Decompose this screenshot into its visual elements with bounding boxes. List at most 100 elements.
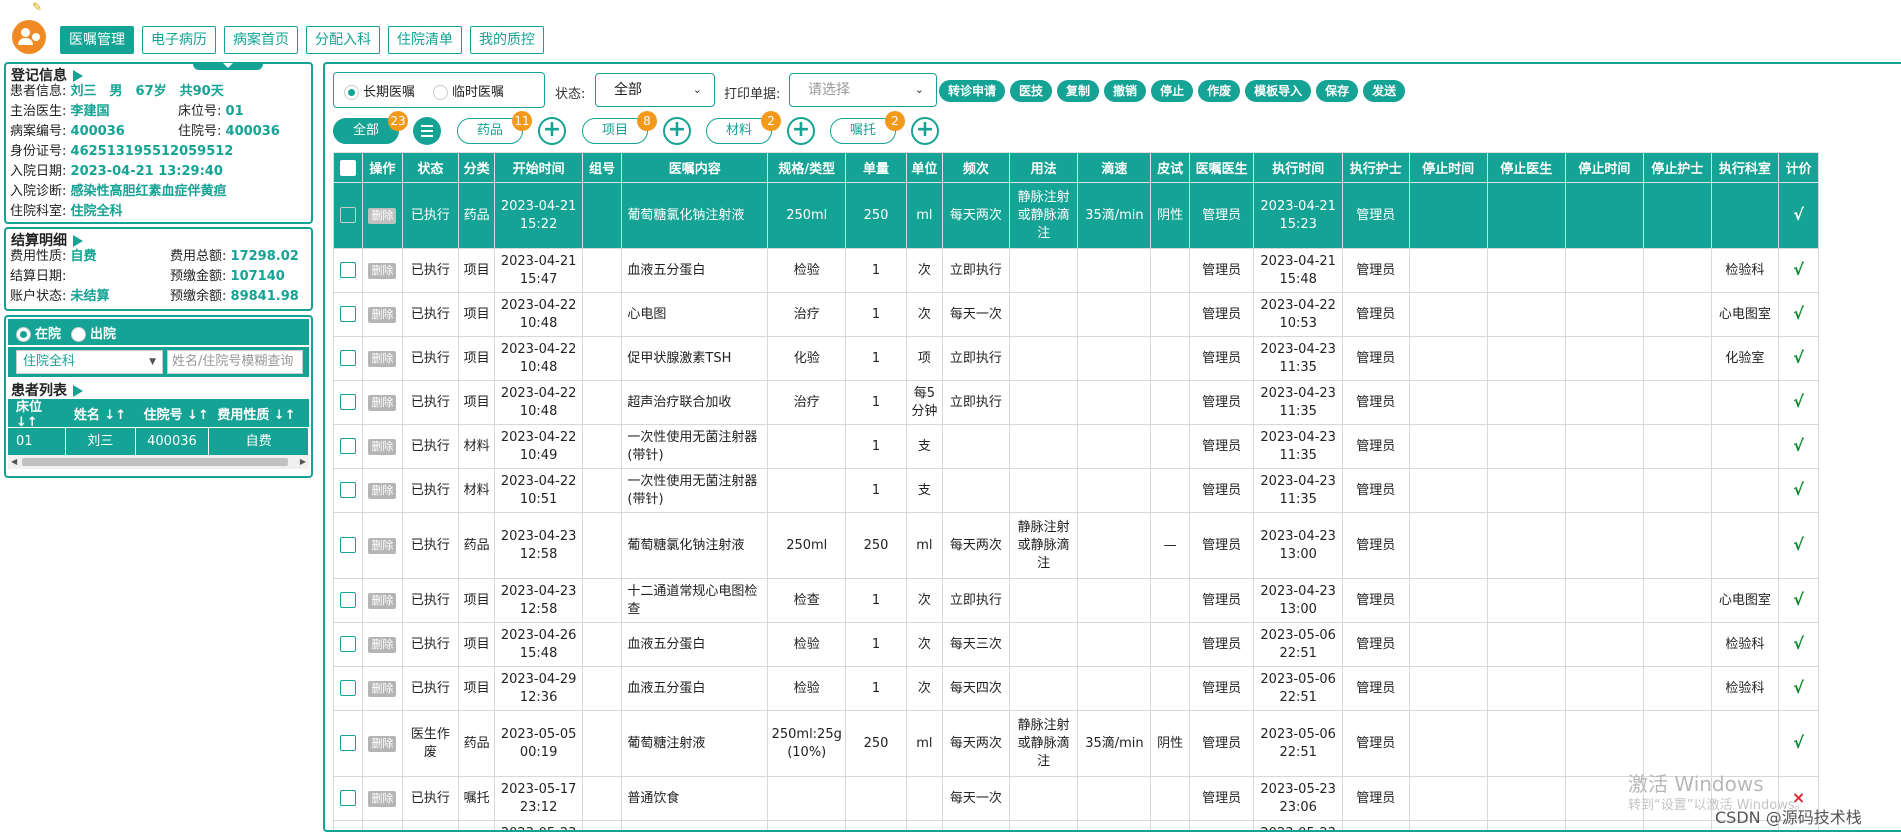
checkbox-icon[interactable] xyxy=(340,482,357,498)
row-checkbox[interactable] xyxy=(333,292,364,337)
table-row[interactable]: 删除 已执行 材料 2023-04-22 10:51 一次性使用无菌注射器(带针) 1 支 管… xyxy=(333,468,1819,513)
table-row[interactable]: 删除 医生作废 药品 2023-05-05 00:19 葡萄糖注射液 250ml:25g … xyxy=(333,710,1819,777)
tab-order-management[interactable]: 医嘱管理 xyxy=(60,26,134,54)
table-row[interactable]: 删除 已执行 项目 2023-04-22 10:48 心电图 治疗 1 次每天一次 管理员 202… xyxy=(333,292,1819,337)
tab-quality-control[interactable]: 我的质控 xyxy=(470,26,544,54)
tab-case-homepage[interactable]: 病案首页 xyxy=(224,26,298,54)
menu-icon[interactable] xyxy=(413,117,441,145)
row-checkbox[interactable] xyxy=(333,820,364,830)
delete-button[interactable]: 删除 xyxy=(368,680,397,697)
table-row[interactable]: 删除已执行嘱托2023-05-23 16:02 sss 管理员2023-05-23 … xyxy=(333,820,1819,830)
add-drug-icon[interactable]: + xyxy=(538,117,566,145)
delete-button[interactable]: 删除 xyxy=(368,592,397,609)
delete-button[interactable]: 删除 xyxy=(368,306,397,323)
row-checkbox[interactable] xyxy=(333,512,364,579)
delete-button[interactable]: 删除 xyxy=(368,438,397,455)
filter-drugs[interactable]: 药品 11 xyxy=(457,111,532,144)
send-button[interactable]: 发送 xyxy=(1363,80,1406,102)
tab-assign-dept[interactable]: 分配入科 xyxy=(306,26,380,54)
patient-search-input[interactable]: 姓名/住院号模糊查询 xyxy=(167,350,303,374)
void-button[interactable]: 作废 xyxy=(1198,80,1241,102)
row-checkbox[interactable] xyxy=(333,468,364,513)
checkbox-icon[interactable] xyxy=(340,680,357,696)
radio-temporary[interactable]: 临时医嘱 xyxy=(433,81,504,100)
add-material-icon[interactable]: + xyxy=(787,117,815,145)
scroll-left-icon[interactable]: ◀ xyxy=(11,457,17,466)
checkbox-icon[interactable] xyxy=(340,262,357,278)
row-checkbox[interactable] xyxy=(333,578,364,623)
filter-instructions[interactable]: 嘱托 2 xyxy=(830,111,905,144)
delete-button[interactable]: 删除 xyxy=(368,262,397,279)
checkbox-icon[interactable] xyxy=(340,636,357,652)
add-item-icon[interactable]: + xyxy=(663,117,691,145)
scroll-thumb[interactable] xyxy=(22,458,288,466)
print-select[interactable]: 请选择 ⌄ xyxy=(789,73,937,107)
medtech-button[interactable]: 医技 xyxy=(1010,80,1053,102)
filter-items[interactable]: 项目 8 xyxy=(582,111,657,144)
table-row[interactable]: 删除 已执行 项目 2023-04-29 12:36 血液五分蛋白 检验 1 次每天四次 管理员… xyxy=(333,666,1819,711)
delete-button[interactable]: 删除 xyxy=(368,350,397,367)
referral-button[interactable]: 转诊申请 xyxy=(939,80,1006,102)
sort-bed[interactable]: 床位 ↓↑ xyxy=(8,396,66,430)
broom-icon[interactable]: ✎ xyxy=(32,0,42,14)
copy-button[interactable]: 复制 xyxy=(1057,80,1100,102)
row-checkbox[interactable] xyxy=(333,424,364,469)
delete-button[interactable]: 删除 xyxy=(368,394,397,411)
row-checkbox[interactable] xyxy=(333,380,364,425)
patient-row[interactable]: 01 刘三 400036 自费 xyxy=(8,427,309,456)
tab-emr[interactable]: 电子病历 xyxy=(142,26,216,54)
select-all[interactable] xyxy=(333,152,364,183)
billing-title[interactable]: 结算明细 xyxy=(6,229,311,249)
patient-list-title[interactable]: 患者列表 xyxy=(6,377,311,399)
delete-button[interactable]: 删除 xyxy=(368,537,397,554)
checkbox-icon[interactable] xyxy=(340,350,357,366)
row-checkbox[interactable] xyxy=(333,710,364,777)
table-row[interactable]: 删除 已执行 项目 2023-04-23 12:58 十二通道常规心电图检查 检查 1 次立即… xyxy=(333,578,1819,623)
radio-long-term[interactable]: 长期医嘱 xyxy=(344,81,415,100)
save-button[interactable]: 保存 xyxy=(1316,80,1359,102)
registration-title[interactable]: 登记信息 xyxy=(6,64,311,84)
patient-list-scrollbar[interactable]: ◀ ▶ xyxy=(8,455,309,469)
table-row[interactable]: 删除 已执行 项目 2023-04-22 10:48 超声治疗联合加收 治疗 1 每5分钟 立即… xyxy=(333,380,1819,425)
checkbox-icon[interactable] xyxy=(340,790,357,806)
radio-discharged[interactable]: 出院 xyxy=(71,323,116,342)
row-checkbox[interactable] xyxy=(333,182,364,249)
filter-materials[interactable]: 材料 2 xyxy=(706,111,781,144)
checkbox-icon[interactable] xyxy=(340,159,357,176)
delete-button[interactable]: 删除 xyxy=(368,636,397,653)
row-checkbox[interactable] xyxy=(333,666,364,711)
stop-button[interactable]: 停止 xyxy=(1151,80,1194,102)
table-row[interactable]: 删除 已执行 项目 2023-04-26 15:48 血液五分蛋白 检验 1 次每天三次 管理员… xyxy=(333,622,1819,667)
revoke-button[interactable]: 撤销 xyxy=(1104,80,1147,102)
row-checkbox[interactable] xyxy=(333,622,364,667)
row-checkbox[interactable] xyxy=(333,248,364,293)
checkbox-icon[interactable] xyxy=(340,735,357,751)
checkbox-icon[interactable] xyxy=(340,306,357,322)
checkbox-icon[interactable] xyxy=(340,537,357,553)
checkbox-icon[interactable] xyxy=(340,592,357,608)
table-row[interactable]: 删除 已执行 材料 2023-04-22 10:49 一次性使用无菌注射器(带针) 1 支 管… xyxy=(333,424,1819,469)
sort-name[interactable]: 姓名 ↓↑ xyxy=(66,404,136,423)
radio-in-hospital[interactable]: 在院 xyxy=(16,323,61,342)
delete-button[interactable]: 删除 xyxy=(368,482,397,499)
template-import-button[interactable]: 模板导入 xyxy=(1245,80,1312,102)
delete-button[interactable]: 删除 xyxy=(368,207,397,224)
tab-hospital-list[interactable]: 住院清单 xyxy=(388,26,462,54)
row-checkbox[interactable] xyxy=(333,336,364,381)
table-row[interactable]: 删除 已执行 嘱托 2023-05-17 23:12 普通饮食 每天一次 管理员 2023-0… xyxy=(333,776,1819,821)
table-row[interactable]: 删除 已执行 药品 2023-04-21 15:22 葡萄糖氯化钠注射液 250ml 250… xyxy=(333,182,1819,249)
checkbox-icon[interactable] xyxy=(340,207,357,223)
dept-select[interactable]: 住院全科 ▼ xyxy=(16,350,163,374)
delete-button[interactable]: 删除 xyxy=(368,790,397,807)
checkbox-icon[interactable] xyxy=(340,438,357,454)
table-row[interactable]: 删除 已执行 项目 2023-04-21 15:47 血液五分蛋白 检验 1 次立即执行 管理员… xyxy=(333,248,1819,293)
add-instruction-icon[interactable]: + xyxy=(911,117,939,145)
sort-fee-type[interactable]: 费用性质 ↓↑ xyxy=(209,404,309,423)
table-row[interactable]: 删除 已执行 药品 2023-04-23 12:58 葡萄糖氯化钠注射液 250ml 250… xyxy=(333,512,1819,579)
delete-button[interactable]: 删除 xyxy=(368,735,397,752)
user-avatar-icon[interactable] xyxy=(12,20,46,54)
checkbox-icon[interactable] xyxy=(340,394,357,410)
row-checkbox[interactable] xyxy=(333,776,364,821)
scroll-right-icon[interactable]: ▶ xyxy=(300,457,306,466)
filter-all[interactable]: 全部 23 xyxy=(333,111,408,144)
